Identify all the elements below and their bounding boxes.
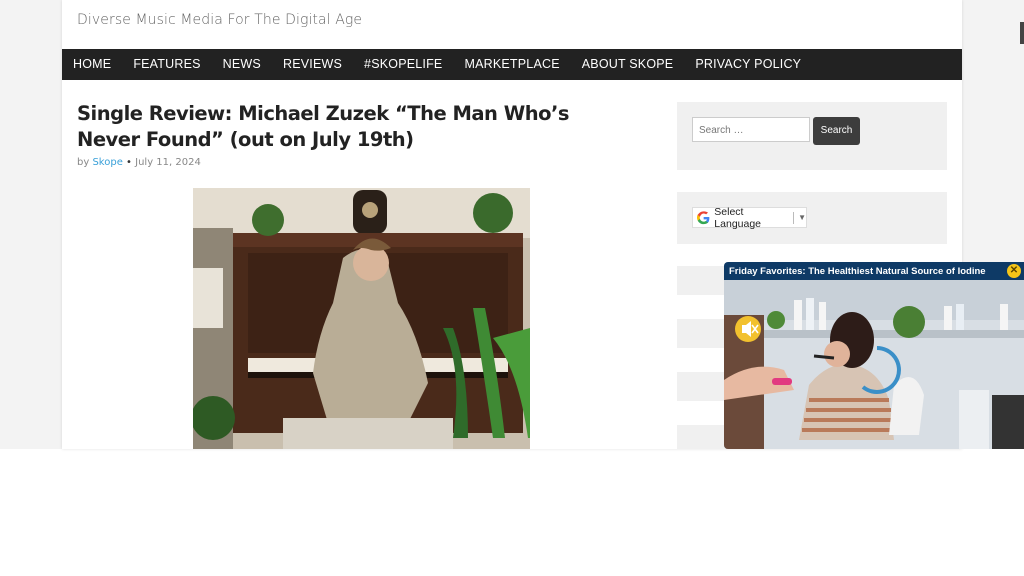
language-label: Select Language — [714, 205, 762, 230]
video-ad-title: Friday Favorites: The Healthiest Natural… — [729, 266, 986, 277]
byline-separator: • — [126, 157, 132, 168]
language-divider — [793, 211, 795, 224]
featured-image-illustration — [193, 188, 530, 449]
author-link[interactable]: Skope — [92, 157, 122, 168]
nav-reviews[interactable]: REVIEWS — [272, 49, 353, 80]
nav-skopelife[interactable]: #SKOPELIFE — [353, 49, 453, 80]
byline-prefix: by — [77, 157, 90, 168]
translate-widget: Select Language ▼ — [677, 192, 947, 244]
nav-marketplace[interactable]: MARKETPLACE — [453, 49, 570, 80]
nav-home[interactable]: HOME — [62, 49, 122, 80]
site-tagline: Diverse Music Media For The Digital Age — [77, 12, 363, 28]
language-select[interactable]: Select Language ▼ — [692, 205, 807, 230]
main-nav: HOME FEATURES NEWS REVIEWS #SKOPELIFE MA… — [62, 49, 962, 80]
featured-image[interactable] — [193, 188, 530, 449]
video-frame[interactable] — [724, 280, 1024, 449]
nav-features[interactable]: FEATURES — [122, 49, 211, 80]
google-icon — [697, 210, 710, 224]
nav-news[interactable]: NEWS — [212, 49, 272, 80]
search-input[interactable]: Search … — [692, 117, 810, 142]
close-icon[interactable]: ✕ — [1007, 264, 1021, 278]
search-widget: Search … Search — [677, 102, 947, 170]
post-byline: by Skope • July 11, 2024 — [77, 157, 201, 168]
nav-about-skope[interactable]: ABOUT SKOPE — [571, 49, 685, 80]
video-ad-player[interactable]: Friday Favorites: The Healthiest Natural… — [724, 262, 1024, 449]
post-date: July 11, 2024 — [135, 157, 201, 168]
nav-privacy-policy[interactable]: PRIVACY POLICY — [684, 49, 812, 80]
post-title[interactable]: Single Review: Michael Zuzek “The Man Wh… — [77, 101, 637, 153]
search-button[interactable]: Search — [813, 117, 860, 145]
scroll-indicator — [1020, 22, 1024, 44]
chevron-down-icon: ▼ — [798, 213, 807, 222]
